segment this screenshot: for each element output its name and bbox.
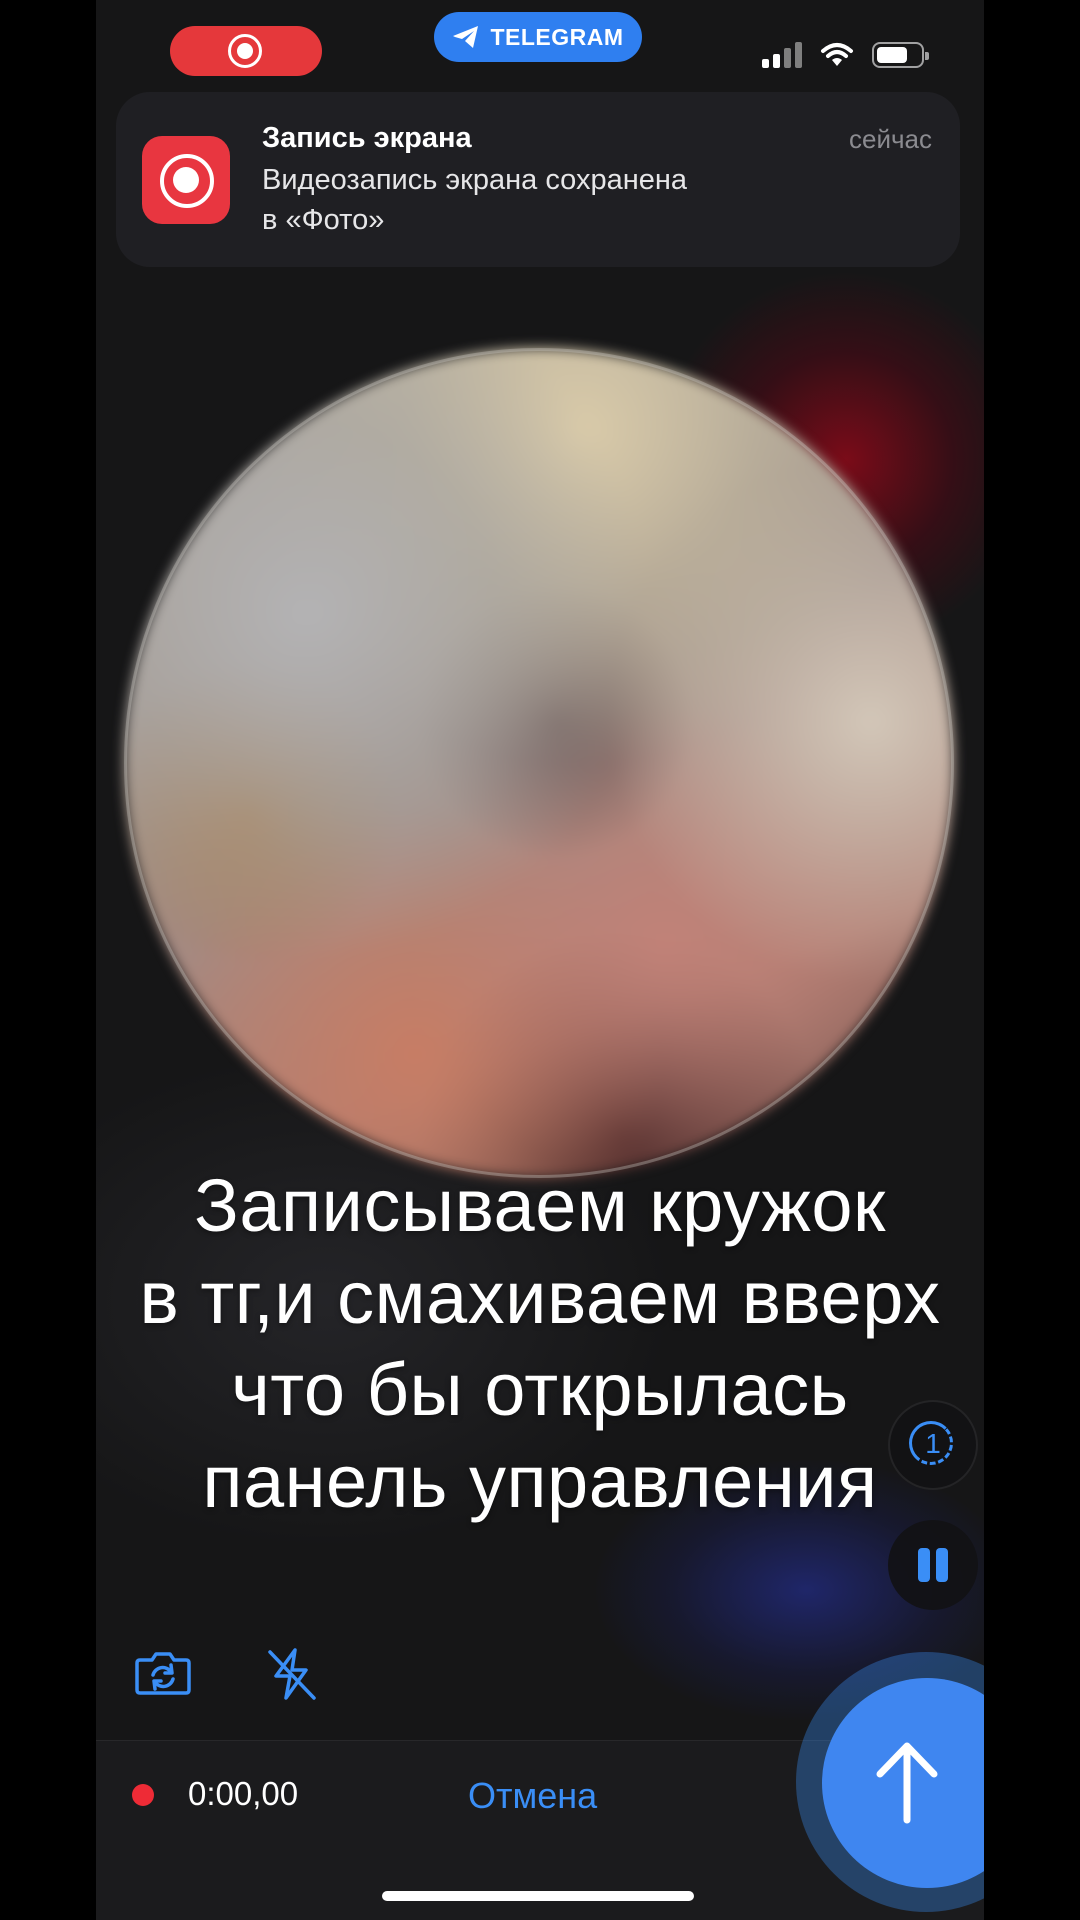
tutorial-caption: Записываем кружок в тг,и смахиваем вверх… — [96, 1160, 984, 1528]
caption-line-3: что бы открылась — [231, 1348, 849, 1431]
pause-icon — [918, 1548, 930, 1582]
caption-line-2: в тг,и смахиваем вверх — [139, 1256, 941, 1339]
flash-off-icon[interactable] — [264, 1646, 320, 1702]
arrow-up-icon — [876, 1742, 938, 1824]
round-video-rim — [124, 348, 954, 1178]
wifi-icon — [821, 43, 853, 66]
telegram-video-message-screen: TELEGRAM Запись экрана сейчас Видеозапис… — [96, 0, 984, 1920]
notification-body-line-1: Видеозапись экрана сохранена — [262, 164, 688, 196]
recording-time: 0:00,00 — [188, 1775, 299, 1812]
caption-line-4: панель управления — [202, 1440, 878, 1523]
camera-flip-icon[interactable] — [134, 1648, 192, 1696]
notification-time: сейчас — [849, 124, 932, 154]
cellular-signal-icon — [762, 42, 802, 68]
status-icons — [762, 42, 929, 68]
notification-body: Видеозапись экрана сохранена в «Фото» — [262, 160, 822, 240]
screen-recording-indicator[interactable] — [170, 26, 322, 76]
pause-icon-bar — [936, 1548, 948, 1582]
battery-icon — [872, 42, 929, 68]
home-indicator[interactable] — [382, 1891, 694, 1901]
timer-value: 1 — [925, 1428, 941, 1459]
notification-title: Запись экрана — [262, 122, 472, 154]
recording-dot-icon — [132, 1784, 154, 1806]
telegram-pill-label: TELEGRAM — [490, 23, 624, 50]
telegram-plane-icon — [453, 26, 479, 48]
notification-body-line-2: в «Фото» — [262, 204, 385, 236]
screen-record-icon — [142, 136, 230, 224]
screen-recording-notification[interactable]: Запись экрана сейчас Видеозапись экрана … — [116, 92, 960, 267]
record-dot-icon — [237, 43, 253, 59]
telegram-app-pill[interactable]: TELEGRAM — [434, 12, 642, 62]
view-once-timer-button[interactable]: 1 — [888, 1400, 978, 1490]
caption-line-1: Записываем кружок — [194, 1164, 886, 1247]
pause-button[interactable] — [888, 1520, 978, 1610]
cancel-button[interactable]: Отмена — [468, 1775, 597, 1817]
